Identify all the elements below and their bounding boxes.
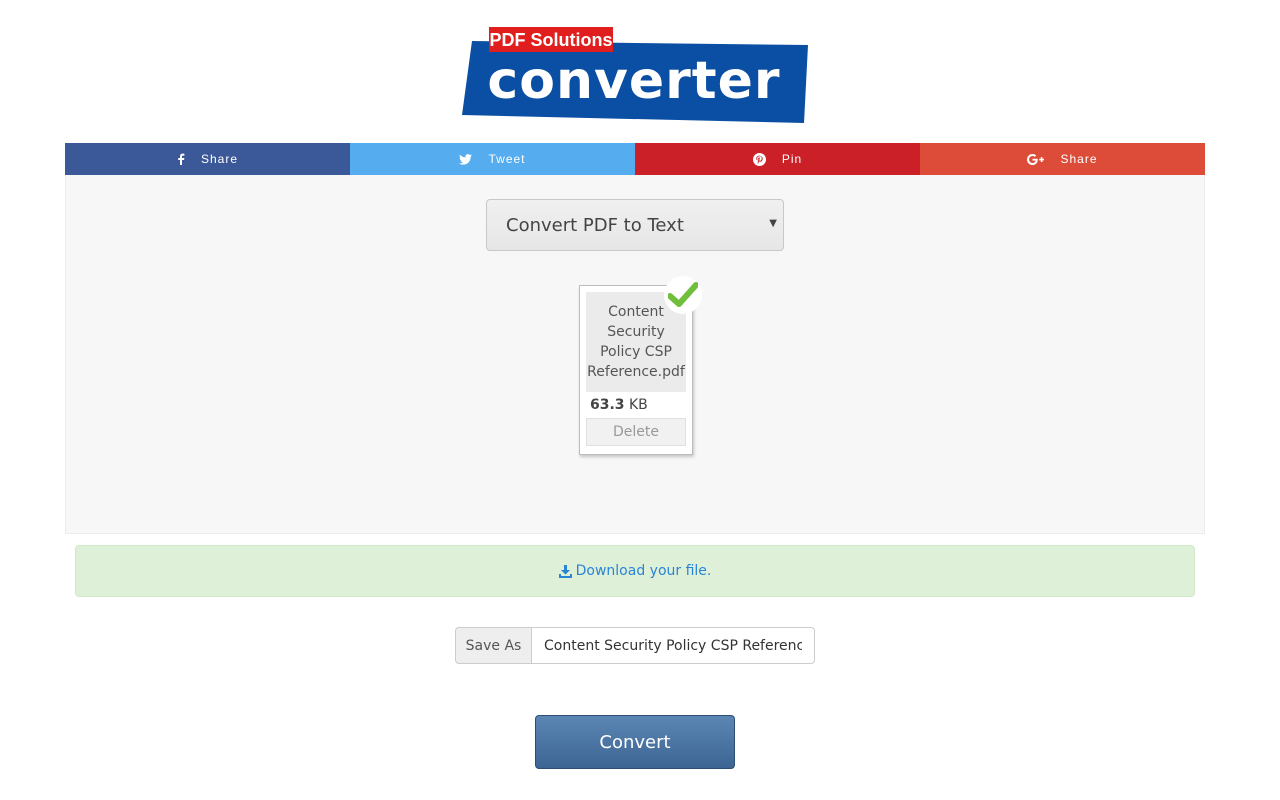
twitter-tweet-button[interactable]: Tweet (350, 143, 635, 175)
file-size: 63.3 KB (590, 397, 648, 413)
pinterest-icon (752, 152, 766, 166)
uploaded-file-card: Content Security Policy CSP Reference.pd… (579, 276, 702, 455)
download-icon (558, 564, 572, 578)
google-plus-share-button[interactable]: Share (920, 143, 1205, 175)
chevron-down-icon: ▼ (769, 218, 777, 229)
logo-word: converter (487, 51, 780, 111)
download-file-label: Download your file. (575, 563, 712, 579)
check-icon (664, 276, 702, 314)
twitter-tweet-label: Tweet (488, 152, 526, 166)
download-file-link[interactable]: Download your file. (558, 563, 712, 579)
logo-badge-text: PDF Solutions (490, 30, 613, 50)
conversion-type-selected: Convert PDF to Text (506, 214, 684, 236)
download-alert: Download your file. (75, 545, 1195, 597)
conversion-type-select[interactable]: Convert PDF to Text ▼ (486, 199, 784, 251)
twitter-icon (459, 153, 473, 165)
converter-panel: Convert PDF to Text ▼ Content Security P… (65, 175, 1205, 534)
facebook-share-label: Share (200, 152, 239, 166)
pinterest-pin-label: Pin (781, 152, 803, 166)
save-as-group: Save As (455, 627, 815, 664)
share-bar: Share Tweet Pin Share (65, 143, 1205, 175)
facebook-share-button[interactable]: Share (65, 143, 350, 175)
facebook-icon (177, 153, 185, 165)
google-plus-share-label: Share (1060, 152, 1098, 166)
file-size-value: 63.3 (590, 397, 625, 413)
file-size-unit: KB (629, 397, 648, 413)
converter-logo[interactable]: PDF Solutions converter (460, 27, 810, 125)
google-plus-icon (1027, 153, 1045, 165)
save-as-label: Save As (455, 627, 531, 664)
convert-button[interactable]: Convert (535, 715, 735, 769)
pinterest-pin-button[interactable]: Pin (635, 143, 920, 175)
delete-file-button[interactable]: Delete (586, 418, 686, 446)
save-as-input[interactable] (531, 627, 815, 664)
